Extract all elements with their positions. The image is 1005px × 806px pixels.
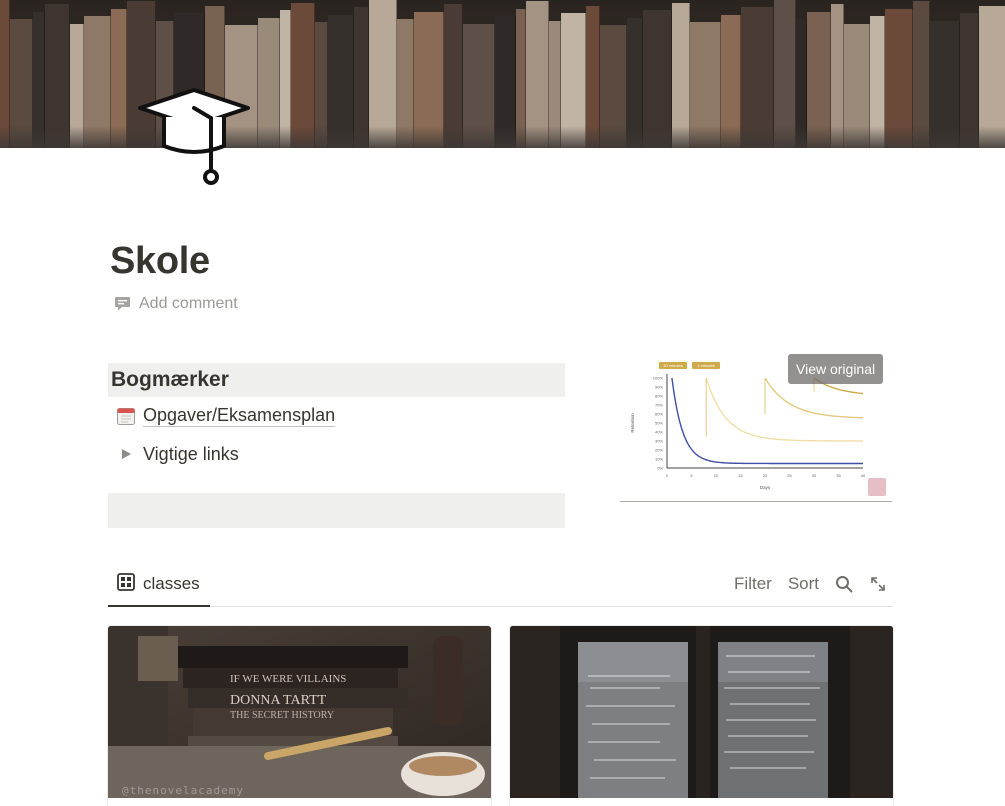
bookmark-link-label[interactable]: Opgaver/Eksamensplan — [143, 405, 336, 427]
chart-x-tick: 0 — [666, 473, 669, 478]
chart-annotation-label: 10 minutes — [663, 363, 683, 368]
chart-x-tick: 40 — [861, 473, 866, 478]
add-comment-button[interactable]: Add comment — [114, 295, 238, 313]
gallery-card[interactable]: IF WE WERE VILLAINS DONNA TARTT THE SECR… — [108, 626, 491, 806]
chart-y-tick: 40% — [655, 430, 663, 435]
bookmark-item-page-link[interactable]: Opgaver/Eksamensplan — [108, 397, 565, 435]
page-title[interactable]: Skole — [110, 240, 210, 283]
chart-y-tick: 30% — [655, 439, 663, 444]
bookmarks-heading[interactable]: Bogmærker — [108, 363, 565, 397]
svg-text:IF WE WERE VILLAINS: IF WE WERE VILLAINS — [230, 673, 346, 685]
svg-text:THE SECRET HISTORY: THE SECRET HISTORY — [230, 710, 334, 721]
card-photo-watermark: @thenovelacademy — [122, 784, 244, 797]
chart-series-line — [671, 377, 863, 465]
gallery-card-footer — [510, 798, 893, 806]
svg-text:DONNA TARTT: DONNA TARTT — [230, 693, 327, 708]
chart-x-tick: 35 — [836, 473, 841, 478]
tab-classes-label: classes — [143, 574, 200, 593]
forgetting-curve-image[interactable]: 0% 10% 20% 30% 40% 50% 60% 70% 80% 90% 100% 0 5 10 15 2… — [620, 352, 892, 502]
chart-x-tick: 5 — [690, 473, 693, 478]
add-comment-label: Add comment — [139, 295, 238, 312]
gallery-icon — [117, 572, 135, 596]
chart-y-tick: 60% — [655, 412, 663, 417]
chart-x-tick: 30 — [812, 473, 817, 478]
image-badge-icon — [868, 478, 886, 496]
chart-y-tick: 50% — [655, 421, 663, 426]
bookmarks-column: Bogmærker Opgaver/Eksamensplan Vigtige l… — [108, 363, 565, 473]
gallery-card[interactable] — [510, 626, 893, 806]
bookmark-toggle-label: Vigtige links — [143, 443, 239, 464]
chart-y-tick: 10% — [655, 457, 663, 462]
comment-icon — [114, 296, 131, 312]
chart-y-tick: 90% — [655, 385, 663, 390]
chart-y-tick: 80% — [655, 394, 663, 399]
bookmarks-heading-text: Bogmærker — [111, 368, 229, 391]
chart-x-label: Days — [760, 485, 771, 490]
chart-x-tick: 10 — [714, 473, 719, 478]
chart-x-tick: 15 — [738, 473, 743, 478]
chart-x-tick: 20 — [763, 473, 768, 478]
toggle-triangle-icon[interactable] — [108, 448, 143, 460]
chart-y-tick: 0% — [657, 466, 663, 471]
chart-y-tick: 70% — [655, 403, 663, 408]
chart-series-line — [705, 377, 864, 442]
chart-y-tick: 100% — [653, 376, 664, 381]
calendar-icon — [108, 406, 143, 426]
graduation-cap-icon[interactable] — [136, 86, 252, 186]
empty-callout-block[interactable] — [108, 493, 565, 528]
sort-button[interactable]: Sort — [788, 574, 819, 594]
donna-tartt-books-photo: IF WE WERE VILLAINS DONNA TARTT THE SECR… — [108, 626, 491, 798]
gallery-card-footer — [108, 798, 491, 806]
expand-icon[interactable] — [869, 575, 887, 593]
chart-y-tick: 20% — [655, 448, 663, 453]
search-icon[interactable] — [835, 575, 853, 593]
tab-classes[interactable]: classes — [108, 563, 210, 607]
chart-y-label: Retention — [630, 413, 635, 433]
database-view-bar: classes Filter Sort — [108, 563, 893, 607]
chart-x-tick: 25 — [787, 473, 792, 478]
bookmark-toggle-item[interactable]: Vigtige links — [108, 435, 565, 473]
view-original-button[interactable]: View original — [788, 354, 884, 384]
window-equations-photo — [510, 626, 893, 798]
filter-button[interactable]: Filter — [734, 574, 772, 594]
database-actions: Filter Sort — [734, 563, 887, 605]
chart-annotation-label: 1 minutes — [697, 363, 714, 368]
